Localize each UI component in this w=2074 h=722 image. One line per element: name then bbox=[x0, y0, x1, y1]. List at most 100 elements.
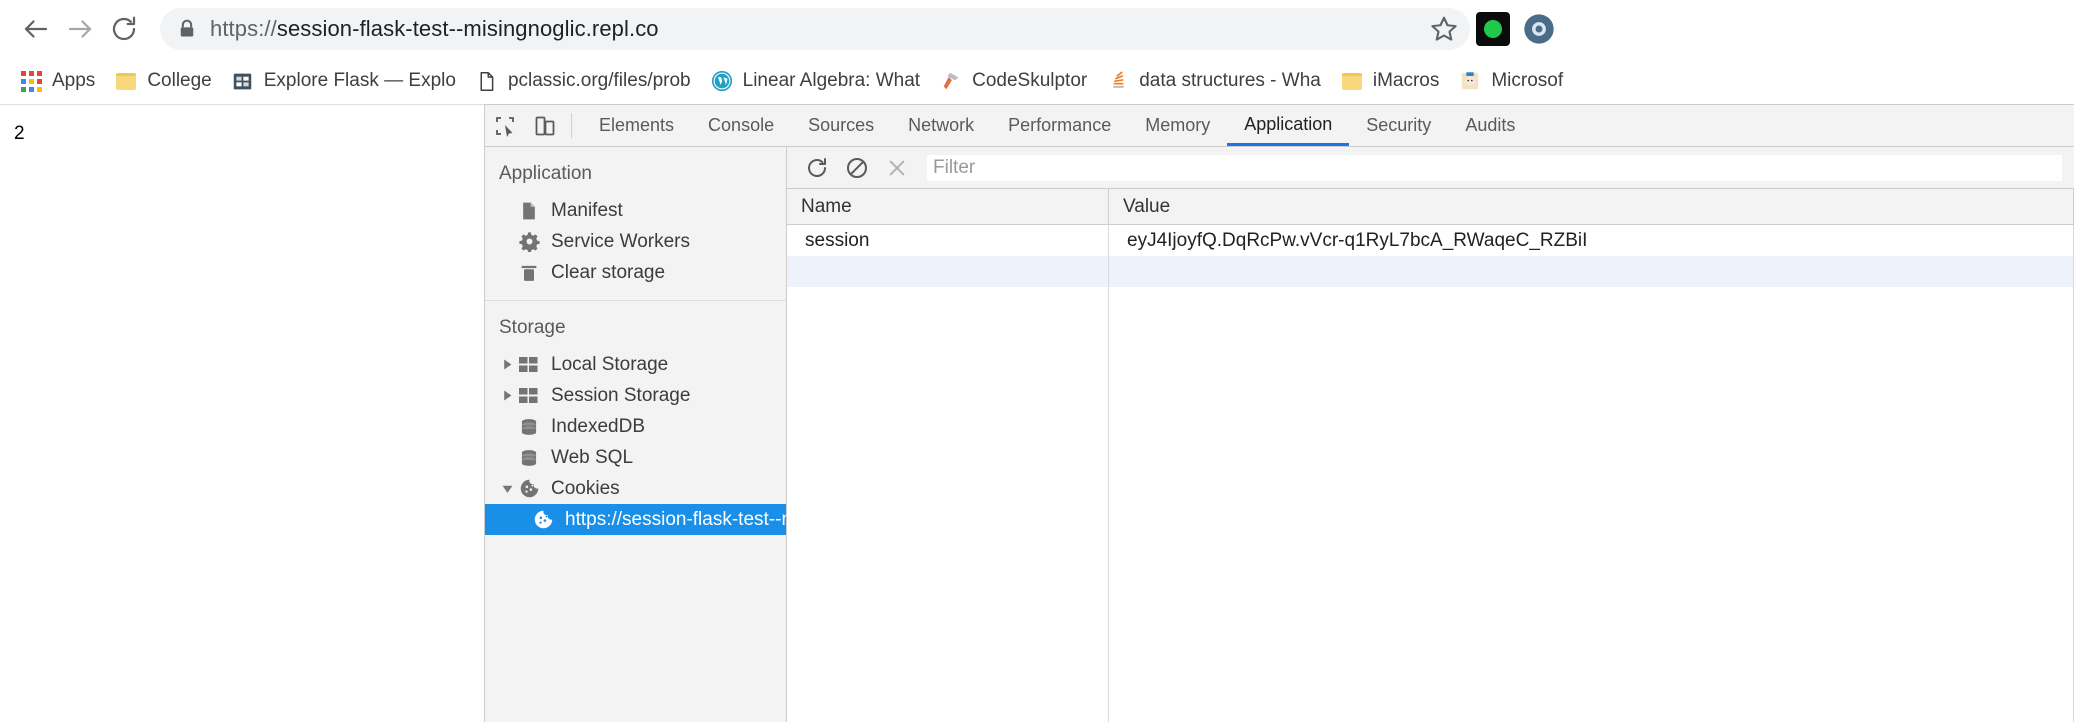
bookmark-microsoft[interactable]: Microsof bbox=[1449, 63, 1573, 99]
sidebar-item-service-workers[interactable]: Service Workers bbox=[485, 226, 786, 257]
bookmark-linear-algebra[interactable]: Linear Algebra: What bbox=[701, 63, 930, 99]
column-header-name[interactable]: Name bbox=[787, 189, 1109, 224]
extension-green-icon[interactable] bbox=[1476, 12, 1510, 46]
bookmark-data-structures[interactable]: data structures - Wha bbox=[1097, 63, 1331, 99]
bookmark-codeskulptor[interactable]: CodeSkulptor bbox=[930, 63, 1097, 99]
back-button[interactable] bbox=[14, 7, 58, 51]
folder-shape bbox=[116, 73, 136, 90]
reload-button[interactable] bbox=[102, 7, 146, 51]
device-toolbar-icon[interactable] bbox=[525, 105, 565, 146]
document-glyph bbox=[519, 201, 539, 221]
hammer-glyph bbox=[940, 70, 962, 92]
device-glyph bbox=[533, 114, 557, 138]
section-title-storage: Storage bbox=[485, 311, 786, 349]
arrow-left-icon bbox=[21, 14, 51, 44]
chevron-down-icon[interactable] bbox=[499, 483, 515, 494]
filler-col-value bbox=[1109, 287, 2074, 722]
bookmark-star-button[interactable] bbox=[1424, 14, 1464, 44]
stackoverflow-icon bbox=[1107, 70, 1129, 92]
table-icon bbox=[517, 356, 541, 374]
inspect-element-icon[interactable] bbox=[485, 105, 525, 146]
refresh-icon[interactable] bbox=[797, 148, 837, 188]
devtools-body: Application Manifest bbox=[485, 147, 2074, 722]
close-x-glyph bbox=[886, 157, 908, 179]
browser-toolbar: https://session-flask-test--misingnoglic… bbox=[0, 0, 2074, 58]
tab-audits[interactable]: Audits bbox=[1448, 105, 1532, 146]
hammer-icon bbox=[940, 70, 962, 92]
folder-icon bbox=[1341, 70, 1363, 92]
sidebar-item-clear-storage[interactable]: Clear storage bbox=[485, 257, 786, 288]
tab-application[interactable]: Application bbox=[1227, 105, 1349, 146]
trash-glyph bbox=[519, 263, 539, 283]
person-icon bbox=[1459, 70, 1481, 92]
bookmark-label: College bbox=[147, 70, 211, 92]
cookie-glyph bbox=[519, 478, 540, 499]
filter-input[interactable] bbox=[927, 155, 2062, 181]
application-sidebar: Application Manifest bbox=[485, 147, 787, 722]
content-area: 2 Elements Console bbox=[0, 104, 2074, 722]
column-header-value[interactable]: Value bbox=[1109, 189, 2074, 224]
bookmark-label: iMacros bbox=[1373, 70, 1440, 92]
bookmark-imacros[interactable]: iMacros bbox=[1331, 63, 1450, 99]
bookmark-explore-flask[interactable]: Explore Flask — Explo bbox=[222, 63, 466, 99]
url-host: session-flask-test--misingnoglic.repl.co bbox=[277, 16, 659, 41]
sidebar-item-cookies[interactable]: Cookies bbox=[485, 473, 786, 504]
tab-performance[interactable]: Performance bbox=[991, 105, 1128, 146]
triangle-right-glyph bbox=[502, 390, 513, 401]
table-row-empty[interactable] bbox=[787, 256, 2074, 287]
sidebar-item-label: Service Workers bbox=[551, 231, 690, 253]
page-viewport: 2 bbox=[0, 104, 484, 722]
reload-icon bbox=[109, 14, 139, 44]
tab-network[interactable]: Network bbox=[891, 105, 991, 146]
table-glyph bbox=[519, 356, 539, 374]
sidebar-item-web-sql[interactable]: Web SQL bbox=[485, 442, 786, 473]
address-bar[interactable]: https://session-flask-test--misingnoglic… bbox=[160, 8, 1470, 50]
url-scheme: https:// bbox=[210, 16, 277, 41]
extension-gear-icon[interactable] bbox=[1522, 12, 1556, 46]
page-glyph bbox=[476, 71, 497, 92]
bookmark-apps[interactable]: Apps bbox=[10, 63, 105, 99]
chevron-right-icon[interactable] bbox=[499, 359, 515, 370]
tab-console[interactable]: Console bbox=[691, 105, 791, 146]
triangle-right-glyph bbox=[502, 359, 513, 370]
sidebar-item-indexeddb[interactable]: IndexedDB bbox=[485, 411, 786, 442]
bookmarks-bar: Apps College Explore Flask — Explo bbox=[0, 58, 2074, 104]
sidebar-item-manifest[interactable]: Manifest bbox=[485, 195, 786, 226]
apps-grid-icon bbox=[20, 70, 42, 92]
bookmark-college[interactable]: College bbox=[105, 63, 221, 99]
cookies-table: Name Value session eyJ4IjoyfQ.DqRcPw.vVc… bbox=[787, 189, 2074, 722]
browser-window: https://session-flask-test--misingnoglic… bbox=[0, 0, 2074, 722]
sidebar-item-label: Session Storage bbox=[551, 385, 690, 407]
table-row[interactable]: session eyJ4IjoyfQ.DqRcPw.vVcr-q1RyL7bcA… bbox=[787, 225, 2074, 256]
sidebar-item-cookie-origin[interactable]: https://session-flask-test--m bbox=[485, 504, 786, 535]
tab-security[interactable]: Security bbox=[1349, 105, 1448, 146]
manifest-document-icon bbox=[517, 201, 541, 221]
cell-name-empty bbox=[787, 256, 1109, 287]
forward-button[interactable] bbox=[58, 7, 102, 51]
sidebar-item-label: Local Storage bbox=[551, 354, 668, 376]
book-glyph bbox=[232, 71, 253, 92]
sidebar-item-session-storage[interactable]: Session Storage bbox=[485, 380, 786, 411]
sidebar-item-local-storage[interactable]: Local Storage bbox=[485, 349, 786, 380]
cell-value-empty bbox=[1109, 256, 2074, 287]
sidebar-item-label: Cookies bbox=[551, 478, 620, 500]
cookie-glyph bbox=[533, 509, 554, 530]
tab-memory[interactable]: Memory bbox=[1128, 105, 1227, 146]
cookie-icon bbox=[531, 509, 555, 530]
clear-all-cookies-icon[interactable] bbox=[837, 148, 877, 188]
star-icon bbox=[1429, 14, 1459, 44]
delete-selected-icon[interactable] bbox=[877, 148, 917, 188]
apps-grid-shape bbox=[21, 71, 42, 92]
cookie-icon bbox=[517, 478, 541, 499]
folder-icon bbox=[115, 70, 137, 92]
cell-name: session bbox=[787, 225, 1109, 256]
chevron-right-icon[interactable] bbox=[499, 390, 515, 401]
tab-elements[interactable]: Elements bbox=[582, 105, 691, 146]
page-body-text: 2 bbox=[14, 123, 470, 145]
devtools-panel: Elements Console Sources Network Perform… bbox=[484, 104, 2074, 722]
database-icon bbox=[517, 417, 541, 437]
bookmark-pclassic[interactable]: pclassic.org/files/prob bbox=[466, 63, 701, 99]
arrow-right-icon bbox=[65, 14, 95, 44]
tab-sources[interactable]: Sources bbox=[791, 105, 891, 146]
toolbar-divider bbox=[571, 113, 572, 138]
